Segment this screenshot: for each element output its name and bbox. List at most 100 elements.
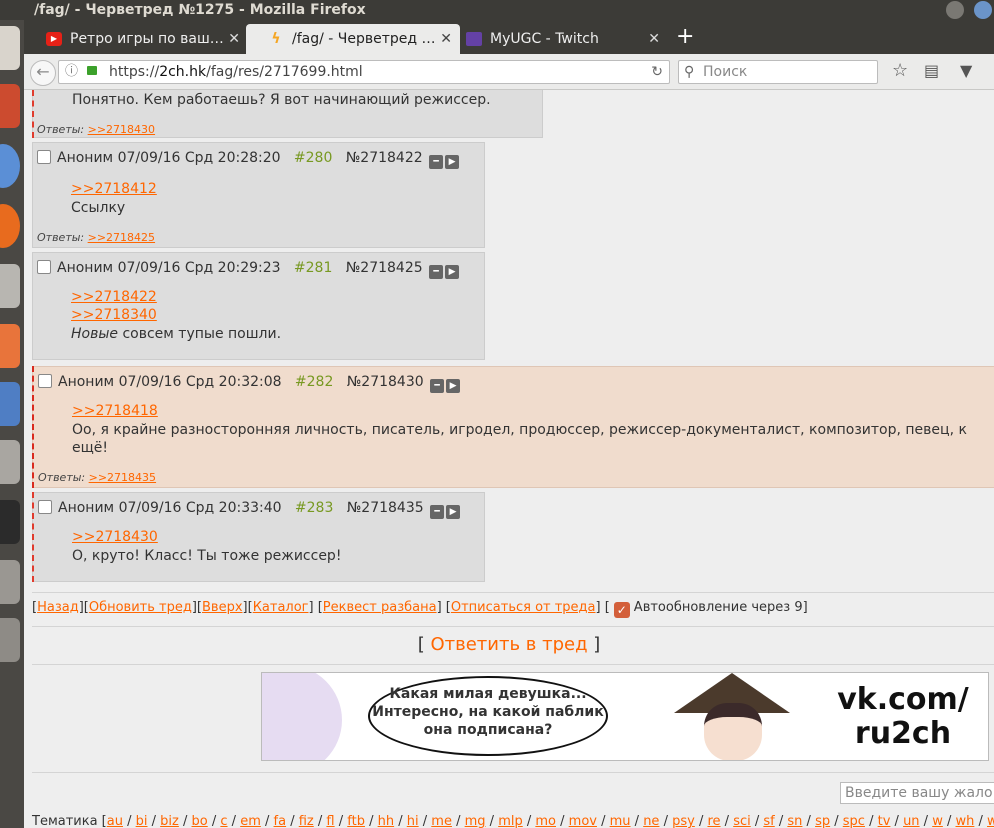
reply-to-thread-link[interactable]: Ответить в тред xyxy=(430,634,587,655)
board-link-c[interactable]: c xyxy=(220,814,227,828)
board-link-spc[interactable]: spc xyxy=(843,814,865,828)
board-link-w[interactable]: w xyxy=(932,814,943,828)
board-link-bi[interactable]: bi xyxy=(136,814,148,828)
post-header: Аноним 07/09/16 Срд 20:28:20 #280 №27184… xyxy=(37,149,460,169)
launcher-device-icon[interactable] xyxy=(0,618,20,662)
close-icon[interactable]: ✕ xyxy=(648,24,660,54)
reply-link[interactable]: >>2718425 xyxy=(88,231,155,244)
post-checkbox[interactable] xyxy=(37,150,51,164)
tab-twitch[interactable]: MyUGC - Twitch ✕ xyxy=(444,24,668,54)
search-input[interactable]: ⚲ Поиск xyxy=(678,60,878,84)
unsubscribe-link[interactable]: Отписаться от треда xyxy=(451,600,596,615)
board-link-bo[interactable]: bo xyxy=(192,814,208,828)
post-number[interactable]: №2718435 xyxy=(347,500,424,516)
board-link-sn[interactable]: sn xyxy=(787,814,802,828)
back-link[interactable]: Назад xyxy=(37,600,79,615)
board-link-hi[interactable]: hi xyxy=(407,814,419,828)
post-menu-icon[interactable]: ▶ xyxy=(445,265,460,279)
board-link-hh[interactable]: hh xyxy=(378,814,394,828)
launcher-calc-icon[interactable] xyxy=(0,440,20,484)
hide-post-icon[interactable]: ━ xyxy=(430,379,445,393)
url-bar[interactable]: ⓘ https://2ch.hk/fag/res/2717699.html ↻ xyxy=(58,60,670,84)
board-link-sp[interactable]: sp xyxy=(815,814,830,828)
board-link-biz[interactable]: biz xyxy=(160,814,179,828)
hide-post-icon[interactable]: ━ xyxy=(430,505,445,519)
launcher-files-icon[interactable] xyxy=(0,26,20,70)
board-link-ftb[interactable]: ftb xyxy=(347,814,365,828)
board-link-fiz[interactable]: fiz xyxy=(299,814,314,828)
launcher-firefox-icon[interactable] xyxy=(0,204,20,248)
up-link[interactable]: Вверх xyxy=(202,600,243,615)
board-link-me[interactable]: me xyxy=(431,814,452,828)
reading-list-icon[interactable]: ▤ xyxy=(924,63,939,79)
autoupdate-checkbox[interactable]: ✓ xyxy=(613,602,630,618)
back-button[interactable]: ← xyxy=(30,60,56,86)
post-checkbox[interactable] xyxy=(38,500,52,514)
catalog-link[interactable]: Каталог xyxy=(253,600,309,615)
board-link-wm[interactable]: wm xyxy=(987,814,994,828)
bookmark-star-icon[interactable]: ☆ xyxy=(892,62,908,80)
board-link-sci[interactable]: sci xyxy=(733,814,751,828)
launcher-chromium-icon[interactable] xyxy=(0,144,20,188)
thread-nav: [Назад][Обновить тред][Вверх][Каталог] [… xyxy=(32,600,808,618)
post-checkbox[interactable] xyxy=(38,374,52,388)
board-link-mg[interactable]: mg xyxy=(465,814,486,828)
board-link-wh[interactable]: wh xyxy=(956,814,975,828)
unban-request-link[interactable]: Реквест разбана xyxy=(323,600,437,615)
post-number[interactable]: №2718422 xyxy=(346,150,423,166)
post-number[interactable]: №2718430 xyxy=(347,374,424,390)
launcher-terminal-icon[interactable] xyxy=(0,500,20,544)
pocket-icon[interactable]: ▼ xyxy=(960,63,972,79)
board-link-ne[interactable]: ne xyxy=(643,814,659,828)
post-ref-link[interactable]: >>2718422 xyxy=(71,289,157,305)
post-ref-link[interactable]: >>2718430 xyxy=(72,529,158,545)
post-checkbox[interactable] xyxy=(37,260,51,274)
post-index: #283 xyxy=(294,500,334,516)
reply-link[interactable]: >>2718435 xyxy=(89,471,156,484)
board-link-psy[interactable]: psy xyxy=(672,814,695,828)
reload-icon[interactable]: ↻ xyxy=(651,61,663,83)
board-link-mlp[interactable]: mlp xyxy=(498,814,523,828)
post-menu-icon[interactable]: ▶ xyxy=(446,379,461,393)
board-link-fa[interactable]: fa xyxy=(274,814,287,828)
new-tab-button[interactable]: + xyxy=(676,24,694,50)
board-link-mov[interactable]: mov xyxy=(569,814,597,828)
board-link-mu[interactable]: mu xyxy=(610,814,631,828)
info-icon[interactable]: ⓘ xyxy=(65,61,78,83)
board-link-fl[interactable]: fl xyxy=(326,814,334,828)
close-icon[interactable]: ✕ xyxy=(228,24,240,54)
launcher-writer-icon[interactable] xyxy=(0,382,20,426)
launcher-settings-icon[interactable] xyxy=(0,264,20,308)
close-button[interactable] xyxy=(974,1,992,19)
board-link-tv[interactable]: tv xyxy=(878,814,891,828)
post-ref-link[interactable]: >>2718412 xyxy=(71,181,157,197)
tab-2ch[interactable]: ϟ /fag/ - Черветред … ✕ xyxy=(246,24,460,54)
board-link-un[interactable]: un xyxy=(903,814,919,828)
hide-post-icon[interactable]: ━ xyxy=(429,265,444,279)
complaint-input[interactable]: Введите вашу жало xyxy=(840,782,994,804)
reply-link[interactable]: >>2718430 xyxy=(88,123,155,136)
url-text: https://2ch.hk/fag/res/2717699.html xyxy=(109,64,363,80)
board-link-em[interactable]: em xyxy=(240,814,261,828)
board-link-re[interactable]: re xyxy=(707,814,720,828)
tab-youtube[interactable]: ▶ Ретро игры по ваш… ✕ xyxy=(24,24,248,54)
post-number[interactable]: №2718425 xyxy=(346,260,423,276)
post-ref-link[interactable]: >>2718418 xyxy=(72,403,158,419)
launcher-software-icon[interactable] xyxy=(0,324,20,368)
boards-items: au / bi / biz / bo / c / em / fa / fiz /… xyxy=(107,814,994,828)
launcher-app-icon[interactable] xyxy=(0,84,20,128)
launcher-drive-icon[interactable] xyxy=(0,560,20,604)
reply-section: [ Ответить в тред ] xyxy=(417,634,601,655)
post-ref-link[interactable]: >>2718340 xyxy=(71,307,157,323)
minimize-button[interactable] xyxy=(946,1,964,19)
post-menu-icon[interactable]: ▶ xyxy=(445,155,460,169)
page-content: Понятно. Кем работаешь? Я вот начинающий… xyxy=(24,90,994,828)
hide-post-icon[interactable]: ━ xyxy=(429,155,444,169)
ad-banner[interactable]: Какая милая девушка... Интересно, на как… xyxy=(261,672,989,761)
board-link-au[interactable]: au xyxy=(107,814,123,828)
board-link-sf[interactable]: sf xyxy=(763,814,774,828)
youtube-icon: ▶ xyxy=(46,32,62,46)
board-link-mo[interactable]: mo xyxy=(535,814,556,828)
refresh-link[interactable]: Обновить тред xyxy=(89,600,192,615)
post-menu-icon[interactable]: ▶ xyxy=(446,505,461,519)
